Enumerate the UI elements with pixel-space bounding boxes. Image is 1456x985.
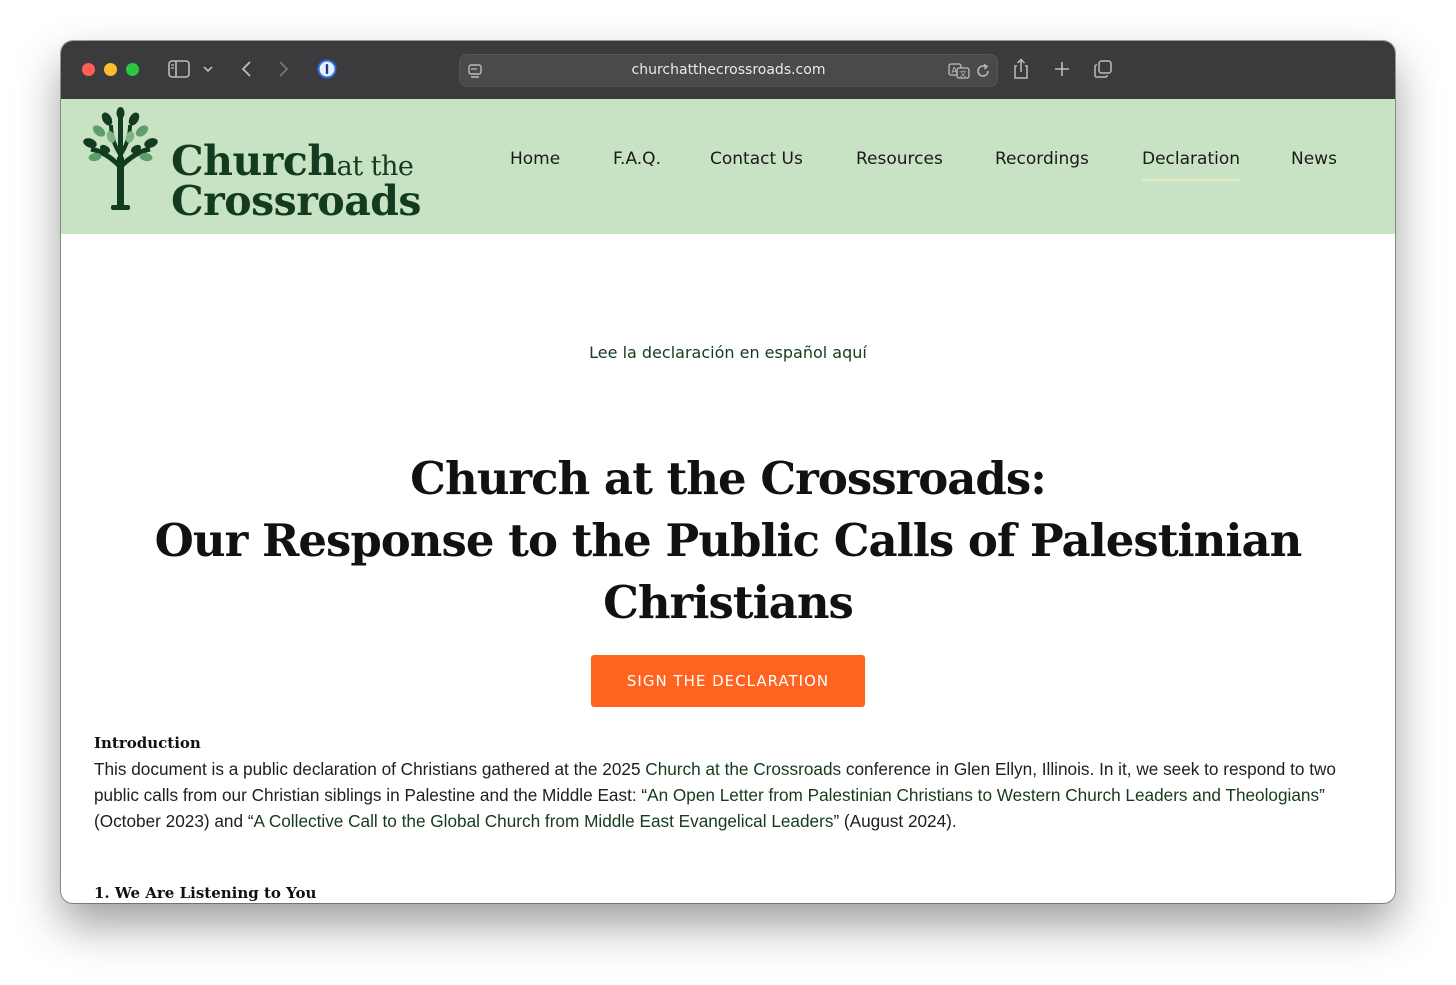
forward-arrow-icon[interactable] — [275, 57, 293, 81]
nav-faq[interactable]: F.A.Q. — [613, 149, 661, 179]
chevron-down-icon[interactable] — [201, 57, 215, 81]
sidebar-toggle-icon[interactable] — [167, 57, 191, 81]
nav-declaration[interactable]: Declaration — [1142, 149, 1241, 181]
browser-window: churchatthecrossroads.com A文 Churchat th… — [61, 41, 1395, 903]
conference-link[interactable]: Church at the Crossroads — [645, 759, 841, 779]
page-title: Church at the Crossroads: Our Response t… — [101, 448, 1355, 634]
open-letter-link[interactable]: An Open Letter from Palestinian Christia… — [647, 785, 1319, 805]
svg-text:文: 文 — [960, 69, 967, 78]
section-1-heading: 1. We Are Listening to You — [94, 884, 317, 902]
address-bar[interactable]: churchatthecrossroads.com A文 — [459, 54, 998, 87]
zoom-window-button[interactable] — [126, 63, 139, 76]
introduction-heading: Introduction — [94, 734, 201, 752]
close-window-button[interactable] — [82, 63, 95, 76]
site-logo[interactable]: Churchat the Crossroads — [81, 107, 422, 223]
tab-overview-icon[interactable] — [1092, 57, 1114, 81]
nav-contact-us[interactable]: Contact Us — [710, 149, 803, 179]
back-arrow-icon[interactable] — [237, 57, 255, 81]
password-manager-icon[interactable] — [316, 57, 338, 81]
site-header: Churchat the Crossroads Home F.A.Q. Cont… — [61, 99, 1395, 234]
translate-icon[interactable]: A文 — [948, 59, 970, 83]
nav-home[interactable]: Home — [510, 149, 560, 179]
collective-call-link[interactable]: A Collective Call to the Global Church f… — [254, 811, 834, 831]
share-icon[interactable] — [1011, 57, 1031, 81]
sign-declaration-button[interactable]: SIGN THE DECLARATION — [591, 655, 865, 707]
introduction-paragraph: This document is a public declaration of… — [94, 759, 1336, 831]
new-tab-icon[interactable] — [1052, 57, 1072, 81]
tree-logo-icon — [83, 107, 158, 210]
nav-resources[interactable]: Resources — [856, 149, 943, 179]
page-content: Lee la declaración en español aquí Churc… — [61, 234, 1395, 903]
logo-wordmark-line2: Crossroads — [171, 177, 422, 225]
minimize-window-button[interactable] — [104, 63, 117, 76]
nav-news[interactable]: News — [1291, 149, 1337, 179]
page-title-line1: Church at the Crossroads: — [410, 452, 1047, 505]
nav-recordings[interactable]: Recordings — [995, 149, 1089, 179]
url-text[interactable]: churchatthecrossroads.com — [460, 55, 997, 86]
page-title-line2: Our Response to the Public Calls of Pale… — [154, 514, 1303, 629]
spanish-version-link[interactable]: Lee la declaración en español aquí — [61, 343, 1395, 362]
browser-toolbar: churchatthecrossroads.com A文 — [61, 41, 1395, 100]
reload-icon[interactable] — [974, 59, 992, 83]
